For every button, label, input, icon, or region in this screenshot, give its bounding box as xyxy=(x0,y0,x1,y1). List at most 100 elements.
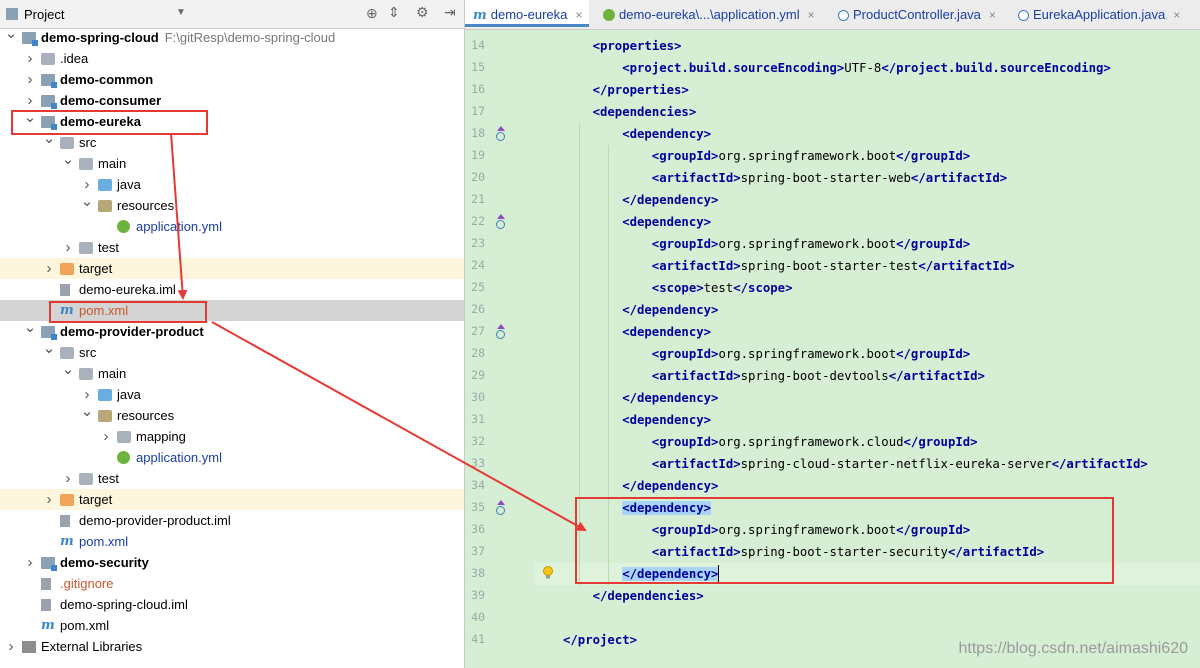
editor-tab-3[interactable]: ProductController.java × xyxy=(830,0,1004,29)
resources-icon xyxy=(98,200,112,212)
code-text: org.springframework.boot xyxy=(718,347,897,361)
line-number: 39 xyxy=(471,588,485,602)
close-tab-icon[interactable]: × xyxy=(1173,8,1180,22)
tree-node-target[interactable]: › target xyxy=(0,489,464,510)
tree-node-label: .gitignore xyxy=(60,576,114,591)
hide-panel-icon[interactable]: ⇥ xyxy=(444,4,456,21)
module-icon xyxy=(22,32,38,46)
tree-node-pom-xml[interactable]: m pom.xml xyxy=(0,615,464,636)
collapsed-arrow-icon[interactable]: › xyxy=(99,426,113,447)
watermark-text: https://blog.csdn.net/aimashi620 xyxy=(958,640,1188,657)
tree-node-main[interactable]: ⌄ main xyxy=(0,361,464,384)
tree-node-demo-spring-cloud-iml[interactable]: demo-spring-cloud.iml xyxy=(0,594,464,615)
lightbulb-icon[interactable] xyxy=(542,566,554,580)
file-icon xyxy=(41,599,51,611)
editor-tab-1[interactable]: m demo-eureka × xyxy=(465,0,589,27)
view-dropdown-icon[interactable]: ▼ xyxy=(176,7,186,18)
xml-tag: <groupId> xyxy=(651,347,719,361)
collapsed-arrow-icon[interactable]: › xyxy=(61,468,75,489)
collapse-all-icon[interactable]: ⇕ xyxy=(388,4,400,21)
tree-node-test[interactable]: › test xyxy=(0,468,464,489)
tree-node-test[interactable]: › test xyxy=(0,237,464,258)
collapsed-arrow-icon[interactable]: › xyxy=(23,69,37,90)
tree-node-label: pom.xml xyxy=(60,618,110,633)
tree-node-external-libraries[interactable]: › External Libraries xyxy=(0,636,464,657)
editor-tab-2[interactable]: demo-eureka\...\application.yml × xyxy=(595,0,824,29)
expanded-arrow-icon[interactable]: ⌄ xyxy=(80,401,94,422)
tab-label: EurekaApplication.java xyxy=(1033,7,1166,22)
close-tab-icon[interactable]: × xyxy=(808,8,815,22)
module-icon xyxy=(41,557,57,571)
tree-node-label: application.yml xyxy=(136,219,222,234)
tree-node-java[interactable]: › java xyxy=(0,174,464,195)
tree-node-pom-xml[interactable]: m pom.xml xyxy=(0,531,464,552)
expanded-arrow-icon[interactable]: ⌄ xyxy=(80,191,94,212)
xml-tag: <groupId> xyxy=(651,435,719,449)
expanded-arrow-icon[interactable]: ⌄ xyxy=(4,23,18,44)
tree-node-resources[interactable]: ⌄ resources xyxy=(0,193,464,216)
tree-node-demo-provider-product[interactable]: ⌄ demo-provider-product xyxy=(0,319,464,342)
project-panel-title: Project xyxy=(24,7,65,22)
expanded-arrow-icon[interactable]: ⌄ xyxy=(23,317,37,338)
tree-node-java[interactable]: › java xyxy=(0,384,464,405)
tree-node-demo-eureka-iml[interactable]: demo-eureka.iml xyxy=(0,279,464,300)
override-marker-icon[interactable] xyxy=(495,214,505,229)
xml-tag: </dependencies> xyxy=(592,589,704,603)
locate-file-icon[interactable]: ⊕ xyxy=(366,5,378,22)
tree-node-application-yml[interactable]: application.yml xyxy=(0,216,464,237)
tree-node-label: demo-security xyxy=(60,555,149,570)
settings-gear-icon[interactable]: ⚙ xyxy=(416,4,429,21)
expanded-arrow-icon[interactable]: ⌄ xyxy=(61,149,75,170)
line-number: 27 xyxy=(471,324,485,338)
collapsed-arrow-icon[interactable]: › xyxy=(23,552,37,573)
line-number: 23 xyxy=(471,236,485,250)
line-number: 21 xyxy=(471,192,485,206)
module-icon xyxy=(41,326,57,340)
tree-node-target[interactable]: › target xyxy=(0,258,464,279)
collapsed-arrow-icon[interactable]: › xyxy=(23,48,37,69)
xml-tag: <artifactId> xyxy=(651,369,741,383)
xml-tag: <groupId> xyxy=(651,237,719,251)
collapsed-arrow-icon[interactable]: › xyxy=(4,636,18,657)
tree-node-demo-security[interactable]: › demo-security xyxy=(0,552,464,573)
line-number: 20 xyxy=(471,170,485,184)
close-tab-icon[interactable]: × xyxy=(575,8,582,22)
code-line: <scope>test</scope> xyxy=(652,277,793,299)
collapsed-arrow-icon[interactable]: › xyxy=(42,489,56,510)
xml-tag: </groupId> xyxy=(896,347,971,361)
override-marker-icon[interactable] xyxy=(495,126,505,141)
editor-tab-4[interactable]: EurekaApplication.java × xyxy=(1010,0,1196,29)
xml-tag: </groupId> xyxy=(903,435,978,449)
tree-node-demo-provider-product-iml[interactable]: demo-provider-product.iml xyxy=(0,510,464,531)
folder-gray-icon xyxy=(79,368,93,380)
code-line: </properties> xyxy=(593,79,689,101)
line-number: 33 xyxy=(471,456,485,470)
tree-node-main[interactable]: ⌄ main xyxy=(0,151,464,174)
line-number: 32 xyxy=(471,434,485,448)
tree-node-application-yml[interactable]: application.yml xyxy=(0,447,464,468)
tree-node-label: demo-common xyxy=(60,72,154,87)
code-line: <artifactId>spring-boot-starter-test</ar… xyxy=(652,255,1015,277)
editor-tab-bar: m demo-eureka × demo-eureka\...\application… xyxy=(465,0,1200,30)
line-number: 15 xyxy=(471,60,485,74)
tree-node-demo-common[interactable]: › demo-common xyxy=(0,69,464,90)
tree-node-demo-consumer[interactable]: › demo-consumer xyxy=(0,90,464,111)
code-line: <dependency> xyxy=(622,123,711,145)
tree-node--gitignore[interactable]: .gitignore xyxy=(0,573,464,594)
line-number: 31 xyxy=(471,412,485,426)
expanded-arrow-icon[interactable]: ⌄ xyxy=(61,359,75,380)
expanded-arrow-icon[interactable]: ⌄ xyxy=(42,338,56,359)
tree-node-mapping[interactable]: › mapping xyxy=(0,426,464,447)
code-text: UTF-8 xyxy=(844,61,882,75)
folder-blue-icon xyxy=(98,179,112,191)
collapsed-arrow-icon[interactable]: › xyxy=(61,237,75,258)
tree-node-resources[interactable]: ⌄ resources xyxy=(0,403,464,426)
tree-node--idea[interactable]: › .idea xyxy=(0,48,464,69)
collapsed-arrow-icon[interactable]: › xyxy=(42,258,56,279)
code-line: </dependency> xyxy=(622,189,718,211)
override-marker-icon[interactable] xyxy=(495,324,505,339)
close-tab-icon[interactable]: × xyxy=(989,8,996,22)
override-marker-icon[interactable] xyxy=(495,500,505,515)
code-text: spring-boot-starter-web xyxy=(740,171,911,185)
tree-node-demo-spring-cloud[interactable]: ⌄ demo-spring-cloud F:\gitResp\demo-spring… xyxy=(0,25,464,48)
